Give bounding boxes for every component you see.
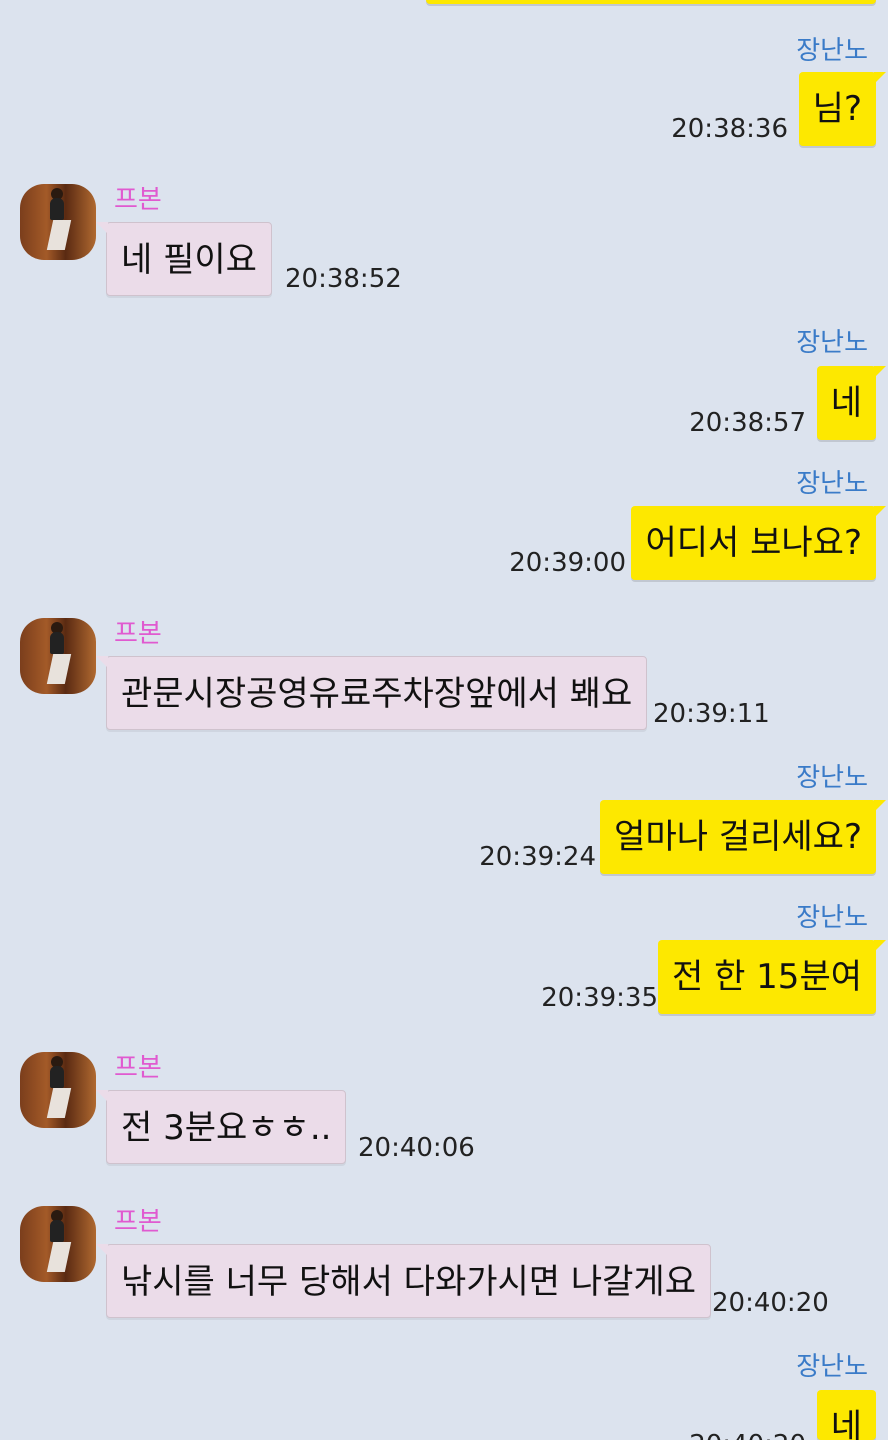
sender-name: 장난노 [796, 36, 868, 66]
message-bubble[interactable]: 낚시를 너무 당해서 다와가시면 나갈게요 [96, 1244, 711, 1318]
message-time: 20:40:20 [712, 1288, 829, 1318]
message-time: 20:40:06 [358, 1133, 475, 1163]
message-time-clip: 20:40:20 [676, 1420, 806, 1440]
message-bubble[interactable]: 얼마나 걸리세요? [600, 800, 886, 874]
sender-name: 프본 [114, 1207, 162, 1237]
message-bubble[interactable]: 전 한 15분여 [658, 940, 886, 1014]
sender-name: 장난노 [796, 469, 868, 499]
message-bubble[interactable]: 전 3분요ㅎㅎ.. [95, 1090, 347, 1164]
message-bubble[interactable]: 관문시장공영유료주차장앞에서 봬요 [95, 656, 648, 730]
message-time: 20:39:00 [509, 548, 626, 578]
avatar[interactable] [20, 1206, 96, 1282]
message-time: 20:40:20 [689, 1430, 806, 1440]
avatar[interactable] [20, 618, 96, 694]
sender-name: 프본 [114, 619, 162, 649]
message-time: 20:39:11 [653, 699, 770, 729]
message-time: 20:38:52 [285, 264, 402, 294]
sender-name: 프본 [114, 1053, 162, 1083]
message-time: 20:39:24 [479, 842, 596, 872]
message-time: 20:38:36 [671, 114, 788, 144]
message-time: 20:38:57 [689, 408, 806, 438]
avatar[interactable] [20, 184, 96, 260]
sender-name: 장난노 [796, 328, 868, 358]
message-bubble[interactable]: 네 [816, 1390, 876, 1440]
message-bubble-cutoff [426, 0, 876, 4]
sender-name: 프본 [114, 185, 162, 215]
sender-name: 장난노 [796, 903, 868, 933]
sender-name: 장난노 [796, 1352, 868, 1382]
avatar[interactable] [20, 1052, 96, 1128]
message-bubble[interactable]: 님? [798, 72, 887, 146]
message-time: 20:39:35 [541, 983, 658, 1013]
message-bubble[interactable]: 어디서 보나요? [631, 506, 886, 580]
message-bubble[interactable]: 네 필이요 [96, 222, 272, 296]
sender-name: 장난노 [796, 763, 868, 793]
message-bubble[interactable]: 네 [816, 366, 887, 440]
